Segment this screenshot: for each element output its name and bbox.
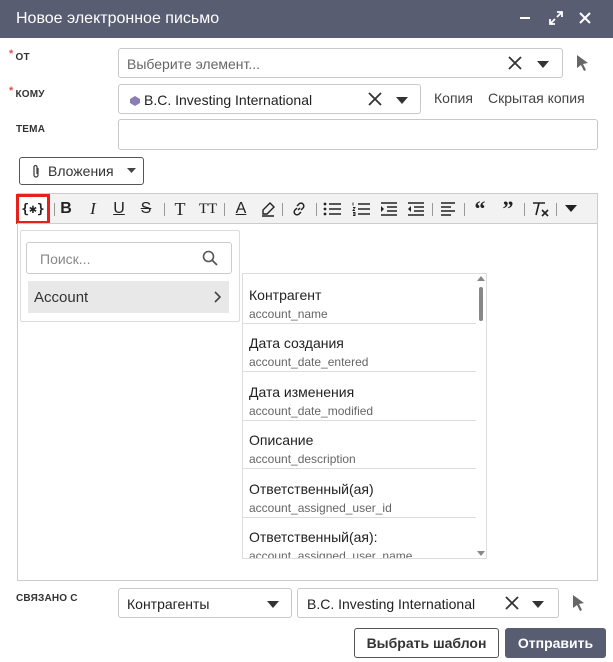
font-size-icon[interactable]: T bbox=[171, 198, 189, 220]
variable-field-item[interactable]: Ответственный(ая) account_assigned_user_… bbox=[243, 470, 476, 518]
chevron-down-icon[interactable] bbox=[536, 59, 550, 69]
clear-icon[interactable] bbox=[367, 91, 383, 107]
strikethrough-icon[interactable]: S bbox=[138, 198, 154, 220]
from-placeholder: Выберите элемент... bbox=[127, 56, 261, 72]
field-title: Дата создания bbox=[249, 335, 344, 351]
field-title: Описание bbox=[249, 432, 314, 448]
cursor-select-icon[interactable] bbox=[571, 594, 587, 612]
related-label: СВЯЗАНО С bbox=[16, 593, 78, 604]
field-key: account_description bbox=[249, 452, 356, 466]
chevron-down-icon bbox=[266, 599, 280, 609]
link-icon[interactable] bbox=[290, 198, 308, 220]
field-key: account_assigned_user_name bbox=[249, 549, 413, 559]
field-title: Ответственный(ая): bbox=[249, 529, 378, 545]
search-icon bbox=[202, 250, 218, 266]
chevron-down-icon[interactable] bbox=[395, 95, 409, 105]
bcc-link[interactable]: Скрытая копия bbox=[488, 90, 585, 106]
clear-format-icon[interactable] bbox=[530, 198, 550, 220]
maximize-icon[interactable] bbox=[546, 8, 566, 28]
chevron-down-icon[interactable] bbox=[531, 599, 545, 609]
clear-icon[interactable] bbox=[507, 55, 523, 71]
field-list-scrollbar[interactable] bbox=[476, 276, 485, 556]
related-module-value: Контрагенты bbox=[127, 596, 210, 612]
toolbar-separator bbox=[54, 203, 55, 216]
dialog-title: Новое электронное письмо bbox=[16, 10, 220, 27]
scroll-thumb[interactable] bbox=[479, 287, 483, 321]
account-icon bbox=[129, 95, 141, 107]
bold-icon[interactable]: B bbox=[58, 198, 74, 220]
related-record-select[interactable]: B.C. Investing International bbox=[297, 588, 559, 618]
send-button[interactable]: Отправить bbox=[505, 628, 606, 658]
from-label: * ОТ bbox=[9, 48, 30, 63]
variable-field-list[interactable]: Контрагент account_name Дата создания ac… bbox=[242, 273, 487, 559]
variable-search-placeholder: Поиск... bbox=[40, 251, 91, 267]
text-color-icon[interactable]: A bbox=[232, 198, 250, 220]
toolbar-separator bbox=[164, 203, 165, 216]
cursor-select-icon[interactable] bbox=[575, 54, 591, 72]
attachments-button[interactable]: Вложения bbox=[19, 157, 144, 185]
toolbar-separator bbox=[282, 203, 283, 216]
quote-icon[interactable]: ” bbox=[498, 196, 518, 221]
highlight-icon[interactable] bbox=[259, 198, 277, 220]
subject-label: ТЕМА bbox=[16, 124, 46, 135]
clear-icon[interactable] bbox=[504, 595, 520, 611]
variable-field-item[interactable]: Дата изменения account_date_modified bbox=[243, 373, 476, 421]
minimize-icon[interactable] bbox=[515, 8, 535, 28]
paperclip-icon bbox=[31, 164, 41, 179]
cc-link[interactable]: Копия bbox=[434, 90, 473, 106]
to-recipient: B.C. Investing International bbox=[144, 92, 313, 108]
variable-module-label: Account bbox=[34, 289, 89, 306]
scroll-up-icon[interactable] bbox=[477, 276, 485, 281]
field-key: account_date_entered bbox=[249, 355, 369, 369]
toolbar-separator bbox=[524, 203, 525, 216]
toolbar-separator bbox=[432, 203, 433, 216]
underline-icon[interactable]: U bbox=[111, 198, 127, 220]
close-icon[interactable] bbox=[575, 8, 595, 28]
outdent-icon[interactable] bbox=[406, 198, 426, 220]
indent-icon[interactable] bbox=[379, 198, 399, 220]
numbered-list-icon[interactable] bbox=[351, 198, 371, 220]
caret-down-icon bbox=[127, 168, 136, 174]
field-title: Ответственный(ая) bbox=[249, 481, 374, 497]
toolbar-separator bbox=[224, 203, 225, 216]
bullet-list-icon[interactable] bbox=[322, 198, 342, 220]
toolbar-separator bbox=[556, 203, 557, 216]
toolbar-separator bbox=[316, 203, 317, 216]
variable-field-item[interactable]: Ответственный(ая): account_assigned_user… bbox=[243, 518, 476, 559]
field-key: account_name bbox=[249, 307, 328, 321]
field-title: Контрагент bbox=[249, 287, 322, 303]
variable-field-item[interactable]: Описание account_description bbox=[243, 421, 476, 469]
field-key: account_date_modified bbox=[249, 404, 374, 418]
subject-input[interactable] bbox=[118, 119, 598, 150]
variable-field-item[interactable]: Контрагент account_name bbox=[243, 276, 476, 324]
editor-toolbar: {✱} B I U S T TT A “ ” bbox=[16, 193, 598, 224]
chevron-right-icon bbox=[213, 291, 221, 303]
more-options-icon[interactable] bbox=[563, 198, 579, 220]
variable-search-input[interactable]: Поиск... bbox=[26, 242, 232, 274]
variable-field-item[interactable]: Дата создания account_date_entered bbox=[243, 324, 476, 372]
attachments-label: Вложения bbox=[48, 163, 114, 179]
related-module-select[interactable]: Контрагенты bbox=[118, 588, 292, 618]
from-select[interactable]: Выберите элемент... bbox=[118, 48, 563, 78]
to-label: * КОМУ bbox=[9, 85, 45, 100]
insert-variable-icon[interactable]: {✱} bbox=[16, 194, 50, 224]
field-key: account_assigned_user_id bbox=[249, 501, 392, 515]
align-icon[interactable] bbox=[439, 198, 457, 220]
scroll-down-icon[interactable] bbox=[477, 551, 485, 556]
dialog-header: Новое электронное письмо bbox=[0, 0, 613, 38]
font-family-icon[interactable]: TT bbox=[198, 198, 218, 220]
variable-module-item[interactable]: Account bbox=[28, 281, 229, 313]
choose-template-button[interactable]: Выбрать шаблон bbox=[354, 628, 499, 658]
field-title: Дата изменения bbox=[249, 384, 355, 400]
related-record-value: B.C. Investing International bbox=[307, 596, 476, 612]
toolbar-separator bbox=[464, 203, 465, 216]
to-select[interactable]: B.C. Investing International bbox=[118, 84, 421, 114]
blockquote-icon[interactable]: “ bbox=[470, 196, 490, 221]
italic-icon[interactable]: I bbox=[85, 198, 101, 220]
